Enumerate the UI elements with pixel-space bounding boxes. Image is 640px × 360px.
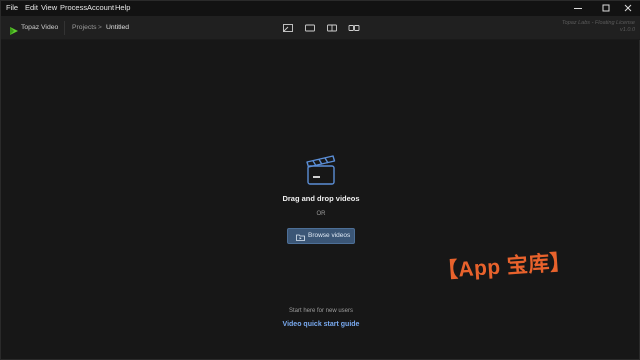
menu-edit[interactable]: Edit — [25, 3, 38, 13]
topaz-logo-icon — [9, 23, 19, 41]
watermark-text: 【App 宝库】 — [436, 250, 573, 283]
single-view-icon[interactable] — [282, 22, 294, 34]
maximize-icon[interactable] — [599, 2, 613, 14]
version-text: v1.0.0 — [620, 27, 635, 33]
breadcrumb-chevron-icon: > — [98, 24, 102, 31]
side-by-side-icon[interactable] — [348, 22, 360, 34]
minimize-icon[interactable] — [571, 2, 585, 14]
new-user-hint: Start here for new users — [288, 308, 354, 314]
breadcrumb-current: Untitled — [106, 24, 130, 31]
drop-zone-title: Drag and drop videos — [282, 194, 360, 203]
folder-video-icon — [296, 233, 305, 247]
split-view-icon[interactable] — [326, 22, 338, 34]
menu-view[interactable]: View — [41, 3, 57, 13]
menu-bar: File Edit View Process Account Help — [1, 1, 640, 16]
menu-file[interactable]: File — [6, 3, 18, 13]
breadcrumb-projects[interactable]: Projects — [72, 24, 97, 32]
license-text: Topaz Labs - Floating License — [561, 20, 635, 26]
app-window: File Edit View Process Account Help Topa… — [0, 0, 640, 360]
full-view-icon[interactable] — [304, 22, 316, 34]
browse-videos-button[interactable]: Browse videos — [287, 228, 355, 244]
clapperboard-icon — [304, 153, 338, 187]
menu-help[interactable]: Help — [115, 3, 130, 13]
app-header: Topaz Video Projects > Untitled Topaz La… — [1, 16, 640, 40]
license-info: Topaz Labs - Floating License v1.0.0 — [562, 20, 635, 34]
header-divider — [64, 21, 65, 35]
browse-videos-label: Browse videos — [308, 232, 351, 239]
close-icon[interactable] — [621, 2, 635, 14]
quick-start-guide-link[interactable]: Video quick start guide — [1, 320, 640, 329]
menu-account[interactable]: Account — [87, 3, 114, 13]
app-name: Topaz Video — [21, 24, 59, 31]
or-divider-text: OR — [316, 211, 326, 217]
menu-process[interactable]: Process — [60, 3, 87, 13]
